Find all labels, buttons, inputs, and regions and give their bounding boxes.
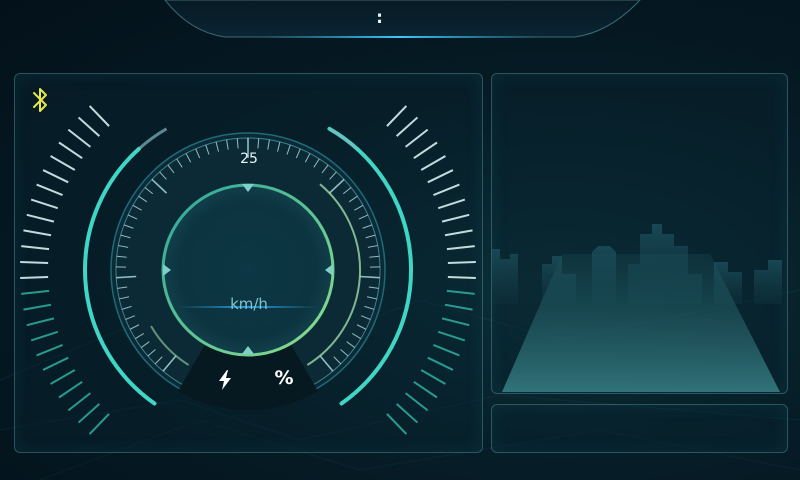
right-scale-tick bbox=[444, 303, 473, 311]
dashboard-screen: : 25 km/h % bbox=[0, 0, 800, 480]
left-scale-tick bbox=[30, 330, 59, 342]
right-scale-tick bbox=[420, 155, 446, 171]
left-scale-tick bbox=[77, 116, 101, 137]
right-scale-tick bbox=[427, 169, 454, 184]
left-scale-tick bbox=[26, 213, 55, 223]
left-scale-tick bbox=[30, 198, 59, 210]
left-scale-tick bbox=[20, 261, 49, 265]
speed-unit-label: km/h bbox=[230, 295, 268, 313]
left-scale-tick bbox=[58, 381, 83, 399]
right-scale-tick bbox=[404, 392, 429, 412]
right-scale-tick bbox=[413, 381, 438, 399]
left-scale-tick bbox=[21, 245, 50, 251]
max-speed-label: 25 bbox=[240, 151, 258, 167]
left-scale-tick bbox=[67, 392, 92, 412]
right-scale-tick bbox=[437, 198, 466, 210]
right-scale-tick bbox=[446, 245, 475, 251]
left-scale-tick bbox=[88, 105, 110, 127]
left-scale-tick bbox=[50, 369, 76, 385]
right-scale-tick bbox=[420, 369, 446, 385]
left-scale-tick bbox=[36, 343, 63, 357]
left-scale-tick bbox=[21, 289, 50, 295]
right-scale-tick bbox=[427, 356, 454, 371]
right-scale-tick bbox=[395, 116, 419, 137]
dial-inner-face bbox=[161, 183, 335, 357]
lightning-bolt-icon bbox=[219, 370, 231, 390]
left-scale-tick bbox=[77, 403, 101, 424]
left-scale-tick bbox=[50, 155, 76, 171]
right-scale-tick bbox=[386, 413, 408, 435]
right-scale-tick bbox=[441, 213, 470, 223]
right-scale-tick bbox=[444, 229, 473, 237]
right-scale-tick bbox=[433, 183, 460, 197]
left-scale-tick bbox=[23, 303, 52, 311]
right-scale-tick bbox=[446, 289, 475, 295]
right-scale-tick bbox=[441, 317, 470, 327]
right-scale-tick bbox=[437, 330, 466, 342]
right-scale-tick bbox=[413, 141, 438, 159]
left-scale-tick bbox=[23, 229, 52, 237]
right-scale-tick bbox=[386, 105, 408, 127]
left-scale-tick bbox=[20, 275, 49, 279]
right-scale-tick bbox=[433, 343, 460, 357]
right-scale-tick bbox=[404, 128, 429, 148]
right-scale-tick bbox=[395, 403, 419, 424]
left-scale-tick bbox=[36, 183, 63, 197]
left-scale-tick bbox=[58, 141, 83, 159]
speed-dial bbox=[110, 132, 386, 410]
right-scale-tick bbox=[447, 261, 476, 265]
left-outer-arc-fade bbox=[137, 127, 168, 151]
battery-percent: % bbox=[274, 367, 294, 389]
right-outer-arc-fade bbox=[328, 127, 359, 151]
left-scale-tick bbox=[42, 169, 69, 184]
left-scale-tick bbox=[42, 356, 69, 371]
left-scale-tick bbox=[26, 317, 55, 327]
right-scale-tick bbox=[447, 275, 476, 279]
left-scale-tick bbox=[88, 413, 110, 435]
left-scale-tick bbox=[67, 128, 92, 148]
speedometer-gauge bbox=[20, 105, 476, 435]
